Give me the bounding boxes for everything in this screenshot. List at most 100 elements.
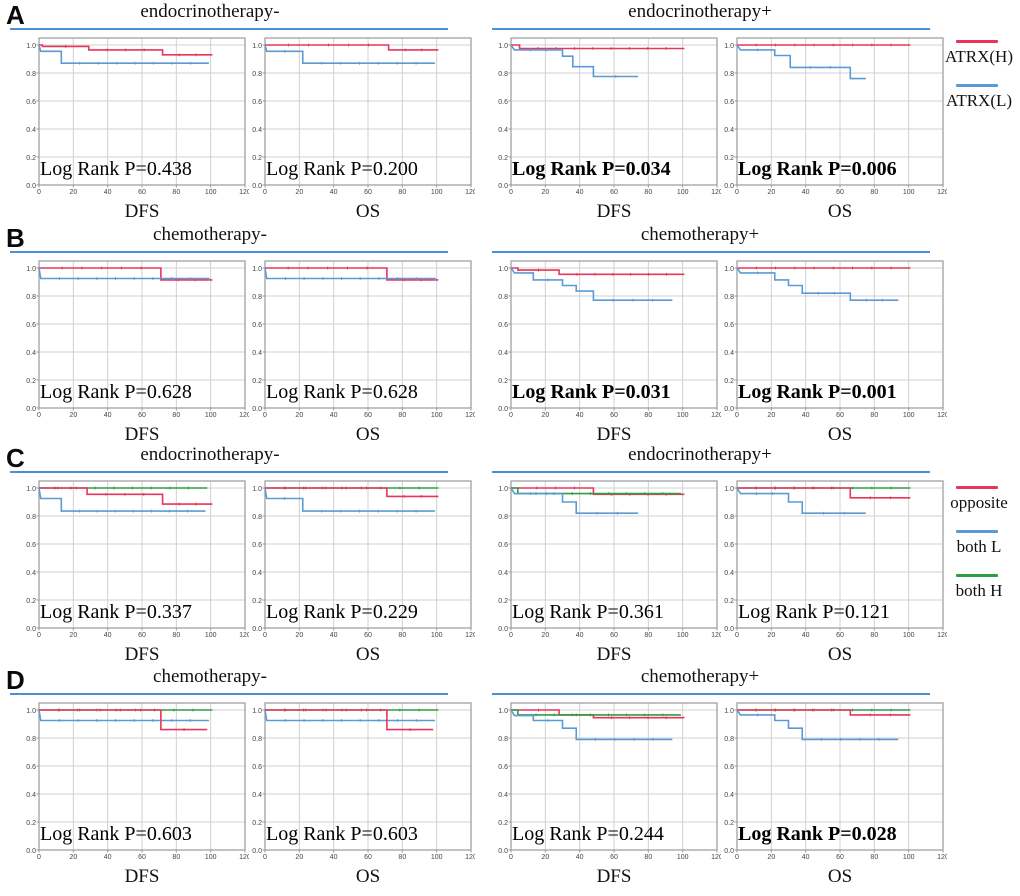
x-tick-label: 80 (398, 189, 406, 196)
y-tick-label: 0.2 (26, 155, 36, 162)
x-tick-label: 20 (767, 189, 775, 196)
panel-d: Dchemotherapy-chemotherapy+ 0.0 0.2 0.4 0.6 0… (0, 665, 1020, 888)
log-rank-pvalue: Log Rank P=0.603 (40, 823, 192, 845)
x-tick-label: 100 (903, 412, 915, 419)
x-tick-label: 80 (172, 189, 180, 196)
log-rank-pvalue: Log Rank P=0.121 (738, 601, 890, 623)
y-tick-label: 0.2 (252, 598, 262, 605)
y-tick-label: 1.0 (498, 486, 508, 493)
y-tick-label: 1.0 (252, 708, 262, 715)
x-tick-label: 120 (465, 189, 475, 196)
y-tick-label: 0.4 (26, 570, 36, 577)
x-tick-label: 40 (802, 412, 810, 419)
y-tick-label: 0.8 (724, 736, 734, 743)
log-rank-pvalue: Log Rank P=0.438 (40, 158, 192, 180)
group-rule (492, 251, 930, 253)
group-rule (492, 28, 930, 30)
log-rank-pvalue: Log Rank P=0.028 (738, 823, 897, 845)
y-tick-label: 0.8 (498, 514, 508, 521)
x-tick-label: 120 (465, 632, 475, 639)
group-rule (492, 471, 930, 473)
x-tick-label: 40 (330, 632, 338, 639)
y-tick-label: 0.4 (724, 350, 734, 357)
y-tick-label: 1.0 (724, 486, 734, 493)
y-tick-label: 0.8 (26, 736, 36, 743)
x-tick-label: 80 (644, 412, 652, 419)
x-tick-label: 20 (69, 854, 77, 861)
x-tick-label: 0 (509, 189, 513, 196)
y-tick-label: 0.6 (724, 764, 734, 771)
panel-c: Cendocrinotherapy-endocrinotherapy+ 0.0 0.… (0, 443, 1020, 666)
x-tick-label: 100 (205, 412, 217, 419)
group-title: chemotherapy- (153, 224, 267, 245)
x-tick-label: 100 (677, 632, 689, 639)
y-tick-label: 0.0 (724, 848, 734, 855)
group-rule (10, 471, 448, 473)
x-tick-label: 20 (541, 412, 549, 419)
panel-letter: A (6, 0, 25, 30)
log-rank-pvalue: Log Rank P=0.628 (40, 381, 192, 403)
y-tick-label: 0.4 (26, 792, 36, 799)
y-tick-label: 0.6 (498, 764, 508, 771)
x-tick-label: 20 (541, 189, 549, 196)
x-tick-label: 120 (937, 412, 947, 419)
group-rule (492, 693, 930, 695)
x-tick-label: 20 (69, 189, 77, 196)
x-tick-label: 60 (836, 854, 844, 861)
x-axis-title: DFS (124, 424, 160, 445)
group-title: chemotherapy+ (640, 666, 760, 687)
x-tick-label: 40 (104, 632, 112, 639)
x-tick-label: 0 (37, 632, 41, 639)
x-tick-label: 120 (465, 854, 475, 861)
x-tick-label: 20 (295, 189, 303, 196)
log-rank-pvalue: Log Rank P=0.603 (266, 823, 418, 845)
x-tick-label: 20 (767, 854, 775, 861)
y-tick-label: 0.0 (498, 183, 508, 190)
y-tick-label: 0.2 (498, 155, 508, 162)
x-tick-label: 0 (263, 189, 267, 196)
y-tick-label: 0.8 (498, 736, 508, 743)
x-tick-label: 40 (802, 632, 810, 639)
log-rank-pvalue: Log Rank P=0.361 (512, 601, 664, 623)
x-axis-title: OS (355, 866, 381, 887)
x-tick-label: 40 (576, 632, 584, 639)
y-tick-label: 0.4 (26, 127, 36, 134)
y-tick-label: 0.2 (252, 378, 262, 385)
x-tick-label: 20 (541, 632, 549, 639)
y-tick-label: 0.6 (252, 322, 262, 329)
x-tick-label: 80 (870, 189, 878, 196)
x-tick-label: 80 (870, 632, 878, 639)
y-tick-label: 0.4 (724, 570, 734, 577)
x-tick-label: 40 (104, 189, 112, 196)
y-tick-label: 1.0 (252, 486, 262, 493)
y-tick-label: 0.8 (252, 294, 262, 301)
y-tick-label: 1.0 (26, 708, 36, 715)
y-tick-label: 0.6 (26, 322, 36, 329)
x-axis-title: DFS (124, 866, 160, 887)
y-tick-label: 0.0 (26, 406, 36, 413)
y-tick-label: 0.8 (252, 514, 262, 521)
x-tick-label: 80 (870, 412, 878, 419)
y-tick-label: 0.8 (26, 71, 36, 78)
x-axis-title: OS (827, 201, 853, 222)
x-tick-label: 0 (37, 189, 41, 196)
y-tick-label: 1.0 (498, 708, 508, 715)
y-tick-label: 0.6 (498, 542, 508, 549)
y-tick-label: 0.6 (724, 99, 734, 106)
x-tick-label: 40 (576, 412, 584, 419)
x-tick-label: 120 (937, 632, 947, 639)
y-tick-label: 0.0 (252, 626, 262, 633)
x-axis-title: OS (827, 644, 853, 665)
y-tick-label: 1.0 (498, 43, 508, 50)
group-title: endocrinotherapy- (140, 444, 280, 465)
x-tick-label: 0 (263, 412, 267, 419)
x-tick-label: 40 (576, 854, 584, 861)
y-tick-label: 0.4 (724, 127, 734, 134)
x-tick-label: 60 (836, 412, 844, 419)
x-tick-label: 60 (138, 632, 146, 639)
x-tick-label: 20 (541, 854, 549, 861)
y-tick-label: 1.0 (252, 266, 262, 273)
x-tick-label: 80 (172, 632, 180, 639)
x-tick-label: 120 (465, 412, 475, 419)
y-tick-label: 0.6 (26, 542, 36, 549)
